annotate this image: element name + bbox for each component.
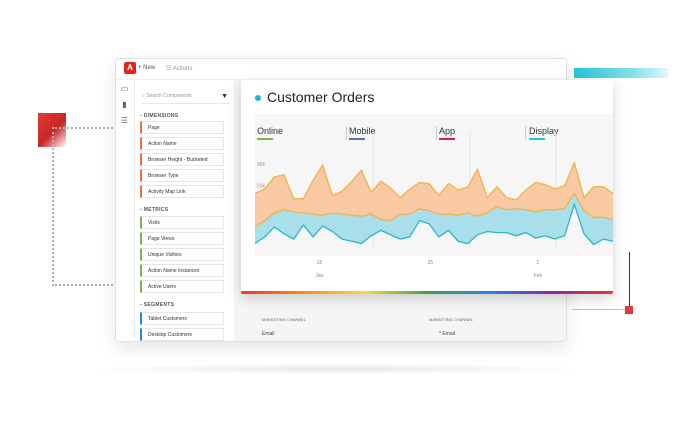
list-icon[interactable]: ☰ [120,117,129,125]
segment-chip[interactable]: Desktop Customers [140,328,224,341]
calendar-icon[interactable]: ▭ [120,85,129,93]
search-components-input[interactable]: ⌕ Search Components ▼ [142,93,230,104]
metrics-header: ▪ METRICS [140,207,169,213]
decorative-horizontal-line [572,309,626,310]
x-tick-label: 25 [428,260,434,266]
dimension-chip[interactable]: Browser Height - Bucketed [140,153,224,166]
dimension-chip[interactable]: Action Name [140,137,224,150]
segments-header: ▪ SEGMENTS [140,302,175,308]
filter-icon[interactable]: ▼ [221,93,228,100]
decorative-red-dot [625,306,633,314]
new-button[interactable]: + New [138,65,155,71]
actions-button[interactable]: ☷ Actions [166,65,192,72]
app-toolbar: A + New ☷ Actions [116,59,566,80]
table-column-header: MARKETING CHANNEL [262,317,307,322]
table-cell: Email [262,331,275,337]
metric-chip[interactable]: Active Users [140,280,224,293]
x-tick-month-label: Jan [315,273,323,279]
decorative-vertical-line [629,252,630,307]
x-tick-label: 1 [536,260,539,266]
y-tick-label: 80k [257,162,266,168]
x-tick-label: 18 [317,260,323,266]
dimension-chip[interactable]: Activity Map Link [140,185,224,198]
dimensions-header: ▪ DIMENSIONS [140,113,179,119]
metric-chip[interactable]: Unique Visitors [140,248,224,261]
left-rail: ▭ ▮ ☰ [116,79,135,341]
customer-orders-card: Customer Orders Online Mobile App Displa… [241,80,613,294]
adobe-logo-icon: A [124,62,136,74]
dimension-chip[interactable]: Browser Type [140,169,224,182]
customer-orders-chart: 80k60k40k20k18Jan251Feb [254,132,613,279]
decorative-dotted-connector [52,127,124,286]
bar-chart-icon[interactable]: ▮ [120,101,129,109]
components-panel: ⌕ Search Components ▼ ▪ DIMENSIONS Page … [134,79,235,341]
metric-chip[interactable]: Page Views [140,232,224,245]
dimension-chip[interactable]: Page [140,121,224,134]
rainbow-accent-bar [241,291,613,294]
x-tick-month-label: Feb [534,273,543,279]
segment-chip[interactable]: Tablet Customers [140,312,224,325]
table-column-header: MARKETING CHANNEL [429,317,474,322]
table-cell: * Email [439,331,455,337]
ground-shadow [85,364,590,374]
metric-chip[interactable]: Action Name Instances [140,264,224,277]
search-placeholder: Search Components [146,93,192,99]
metric-chip[interactable]: Visits [140,216,224,229]
decorative-cyan-bar [574,68,668,78]
